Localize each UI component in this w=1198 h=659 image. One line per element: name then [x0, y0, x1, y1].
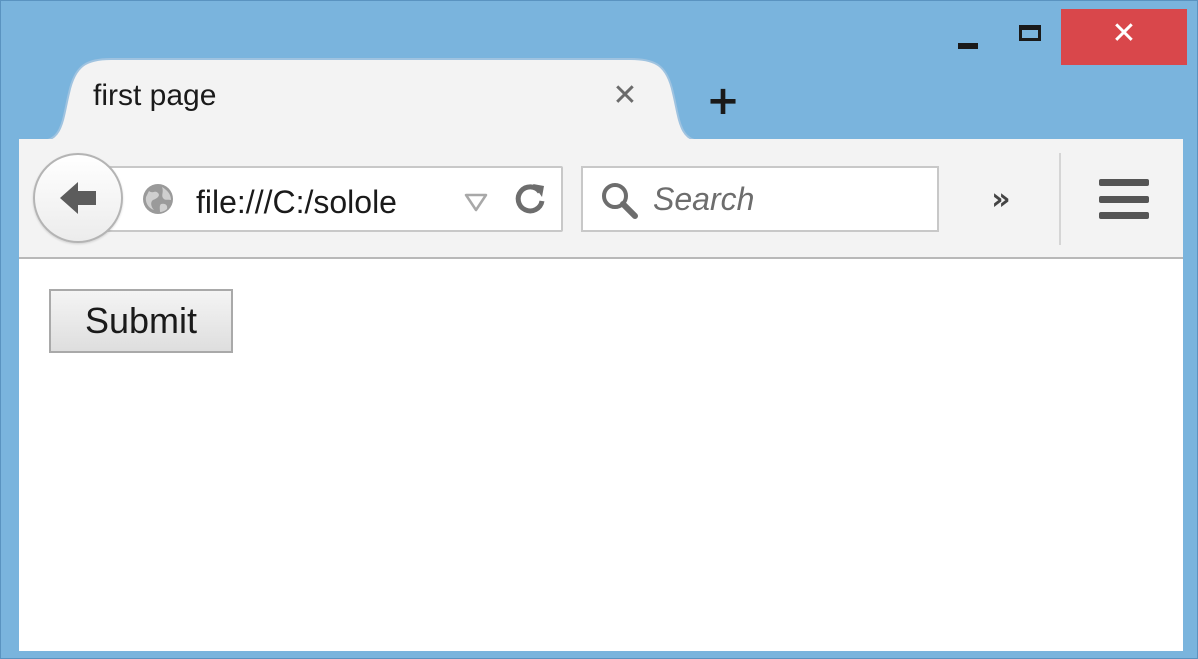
menu-line — [1099, 179, 1149, 186]
globe-icon — [143, 184, 173, 214]
navigation-toolbar: file:///C:/solole » — [19, 139, 1183, 259]
overflow-menu-button[interactable]: » — [979, 177, 1023, 221]
dropdown-triangle-icon[interactable] — [461, 186, 491, 216]
menu-line — [1099, 195, 1149, 203]
page-content: Submit — [19, 259, 1183, 651]
maximize-icon — [1019, 25, 1041, 41]
plus-icon: + — [706, 78, 740, 124]
close-icon: ✕ — [1111, 16, 1137, 51]
close-window-button[interactable]: ✕ — [1061, 9, 1187, 65]
back-button[interactable] — [33, 153, 123, 243]
chevron-double-right-icon: » — [991, 181, 1011, 217]
minimize-icon — [958, 43, 978, 49]
tab-first-page[interactable]: first page ✕ — [41, 57, 701, 141]
menu-line — [1099, 212, 1149, 219]
toolbar-separator — [1059, 153, 1061, 245]
search-input[interactable] — [653, 168, 923, 230]
search-icon — [602, 183, 638, 219]
tab-title: first page — [93, 79, 217, 112]
new-tab-button[interactable]: + — [703, 78, 743, 124]
submit-button[interactable]: Submit — [49, 289, 233, 353]
search-bar[interactable] — [581, 166, 939, 232]
browser-window: ✕ first page ✕ + file:///C:/solole Searc… — [0, 0, 1198, 659]
minimize-button[interactable] — [937, 9, 999, 65]
back-arrow-icon — [60, 182, 96, 214]
url-bar[interactable]: file:///C:/solole — [89, 166, 563, 232]
tab-close-icon[interactable]: ✕ — [607, 77, 643, 113]
url-text[interactable]: file:///C:/solole — [196, 184, 397, 221]
window-controls: ✕ — [937, 9, 1187, 65]
reload-icon[interactable] — [511, 180, 549, 218]
hamburger-menu-icon[interactable] — [1093, 175, 1155, 223]
maximize-button[interactable] — [999, 9, 1061, 65]
